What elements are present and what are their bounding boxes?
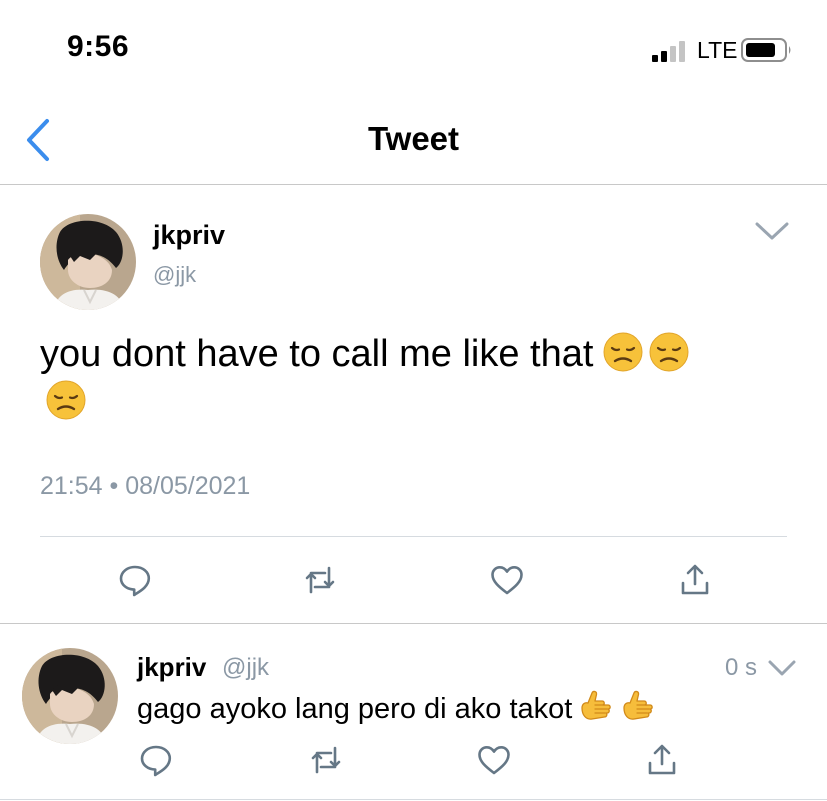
disappointed-face-icon: [603, 332, 643, 372]
like-icon[interactable]: [476, 742, 512, 778]
signal-strength-icon: [652, 41, 685, 62]
reply-time: 0 s: [725, 654, 758, 681]
reply-body: gago ayoko lang pero di ako takot: [137, 693, 573, 725]
reply-author-name[interactable]: jkpriv: [137, 652, 206, 683]
call-me-hand-icon: [620, 688, 656, 726]
thread-divider: [0, 623, 827, 624]
reply-text: gago ayoko lang pero di ako takot: [137, 688, 656, 729]
reply-icon[interactable]: [117, 562, 153, 598]
reply-author-handle[interactable]: @jjk: [222, 654, 269, 682]
tweet-body: you dont have to call me like that: [40, 333, 594, 375]
disappointed-face-icon: [649, 332, 689, 372]
tweet-text: you dont have to call me like that: [40, 330, 800, 426]
chevron-down-icon[interactable]: [767, 658, 797, 678]
retweet-icon[interactable]: [302, 562, 338, 598]
bottom-divider: [0, 799, 827, 800]
status-time: 9:56: [67, 30, 130, 63]
battery-icon: [741, 38, 791, 62]
share-icon[interactable]: [644, 742, 680, 778]
tweet-timestamp: 21:54 • 08/05/2021: [40, 472, 251, 500]
avatar[interactable]: [40, 214, 136, 310]
page-title: Tweet: [367, 120, 460, 157]
network-label: LTE: [697, 37, 738, 63]
avatar[interactable]: [22, 648, 118, 744]
chevron-down-icon[interactable]: [754, 220, 790, 242]
retweet-icon[interactable]: [308, 742, 344, 778]
like-icon[interactable]: [489, 562, 525, 598]
reply-icon[interactable]: [138, 742, 174, 778]
call-me-hand-icon: [578, 688, 614, 726]
action-divider: [40, 536, 787, 537]
author-handle[interactable]: @jjk: [153, 262, 196, 288]
share-icon[interactable]: [677, 562, 713, 598]
author-name[interactable]: jkpriv: [153, 220, 225, 251]
disappointed-face-icon: [46, 380, 86, 420]
nav-divider: [0, 184, 827, 185]
